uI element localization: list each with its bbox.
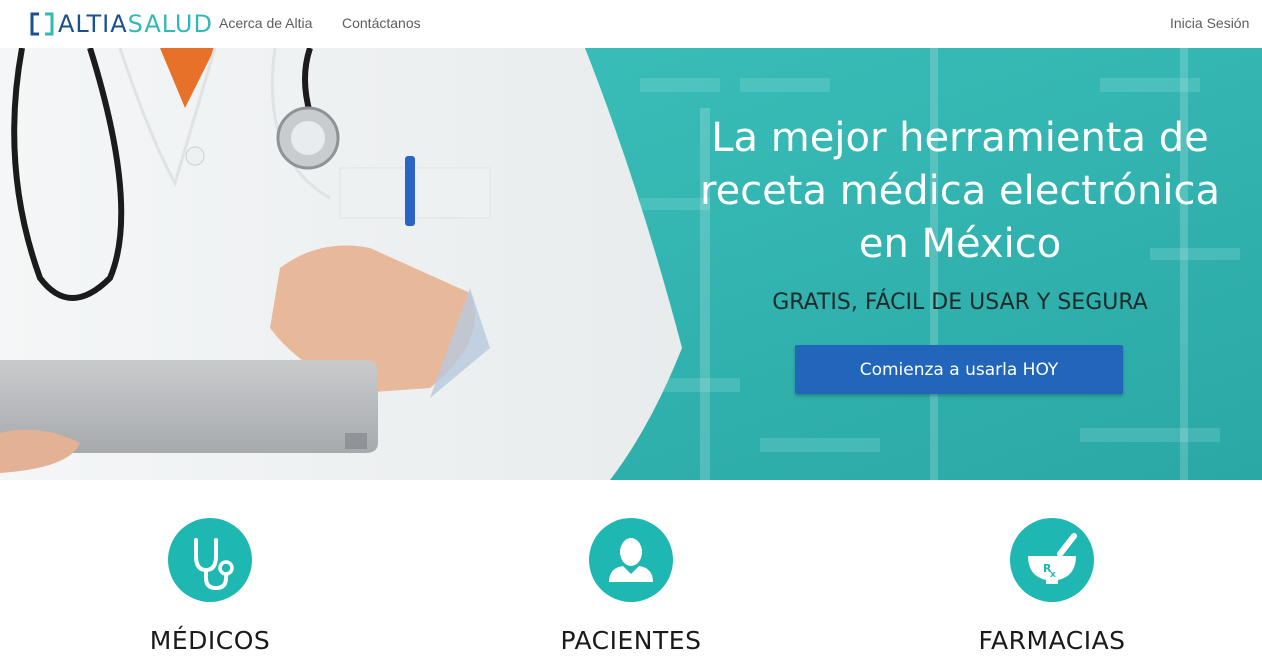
feature-title-medicos: MÉDICOS [149,626,271,655]
feature-pacientes[interactable]: PACIENTES [501,518,761,655]
logo-text: ALTIASALUD [58,9,213,39]
feature-medicos[interactable]: MÉDICOS [80,518,340,655]
login-link[interactable]: Inicia Sesión [1170,15,1249,31]
feature-title-pacientes: PACIENTES [560,626,702,655]
svg-text:x: x [1050,570,1056,580]
mortar-pestle-rx-icon: R x [1010,518,1094,602]
logo-text-part1: ALTIA [58,10,128,38]
altiasalud-logo[interactable]: ALTIASALUD [30,9,213,39]
feature-farmacias[interactable]: R x FARMACIAS [922,518,1182,655]
stethoscope-icon [168,518,252,602]
hero-banner: La mejor herramienta de receta médica el… [0,48,1262,480]
feature-title-farmacias: FARMACIAS [978,626,1126,655]
navbar: ALTIASALUD Acerca de Altia Contáctanos I… [0,0,1262,49]
nav-link-contactanos[interactable]: Contáctanos [342,15,421,31]
start-using-button[interactable]: Comienza a usarla HOY [795,345,1123,394]
hero-title: La mejor herramienta de receta médica el… [700,115,1220,267]
user-icon [589,518,673,602]
hero-subtitle: GRATIS, FÁCIL DE USAR Y SEGURA [772,290,1148,315]
logo-text-part2: SALUD [127,10,213,38]
nav-link-acerca[interactable]: Acerca de Altia [219,15,312,31]
logo-bracket-icon [30,12,54,36]
